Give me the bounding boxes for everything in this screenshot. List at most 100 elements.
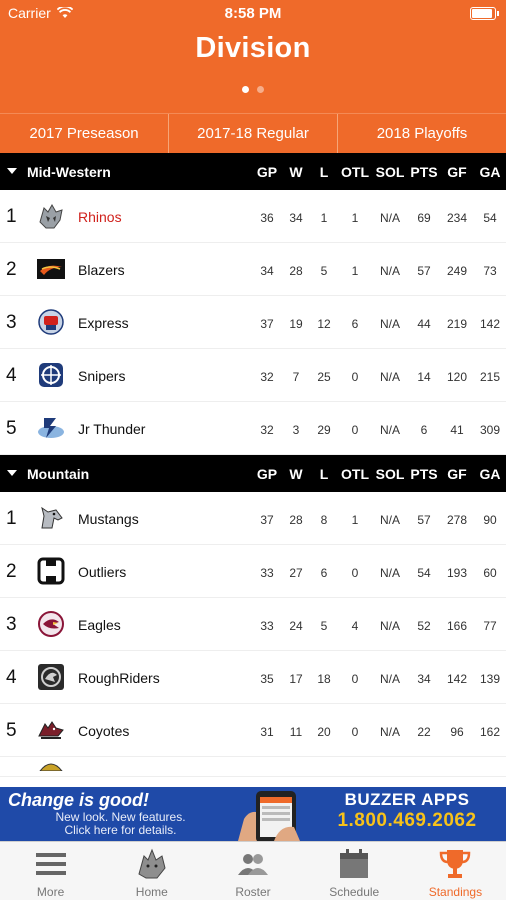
stat-sol: N/A: [379, 370, 400, 384]
team-row[interactable]: 2 Outliers 33 27 6 0 N/A 54 193 60: [0, 545, 506, 598]
stat-sol: N/A: [379, 513, 400, 527]
stat-w: 34: [289, 211, 303, 225]
tab-label: Schedule: [329, 885, 380, 899]
stat-ga: 90: [483, 513, 497, 527]
stat-w: 27: [289, 566, 303, 580]
stat-l: 5: [320, 264, 328, 278]
collapse-triangle-icon[interactable]: [7, 470, 17, 476]
page-dot[interactable]: [242, 86, 249, 93]
stat-ga: 162: [479, 725, 501, 739]
team-rank: 2: [6, 259, 17, 280]
stat-l: 12: [317, 317, 331, 331]
team-row[interactable]: 1 Mustangs 37 28 8 1 N/A 57 278 90: [0, 492, 506, 545]
division-header[interactable]: Mountain GP W L OTL SOL PTS GF GA: [0, 455, 506, 492]
stat-pts: 54: [417, 566, 431, 580]
ad-banner[interactable]: Change is good! New look. New features. …: [0, 787, 506, 841]
stat-ga: 54: [483, 211, 497, 225]
people-icon: [236, 848, 270, 880]
tab-standings[interactable]: Standings: [405, 842, 506, 900]
stat-gp: 33: [260, 619, 274, 633]
col-l: L: [319, 164, 329, 180]
stat-pts: 69: [417, 211, 431, 225]
team-row[interactable]: 3 Eagles 33 24 5 4 N/A 52 166 77: [0, 598, 506, 651]
team-name[interactable]: RoughRiders: [78, 670, 160, 686]
tab-roster[interactable]: Roster: [202, 842, 303, 900]
team-row[interactable]: 5 Jr Thunder 32 3 29 0 N/A 6 41 309: [0, 402, 506, 455]
status-bar: Carrier 8:58 PM: [0, 0, 506, 28]
team-rank: 3: [6, 312, 17, 333]
tab-2017-preseason[interactable]: 2017 Preseason: [0, 114, 169, 153]
col-gf: GF: [447, 466, 467, 482]
snipers-logo-icon: [39, 363, 63, 387]
stat-ga: 215: [479, 370, 501, 384]
stat-w: 28: [289, 264, 303, 278]
tab-schedule[interactable]: Schedule: [304, 842, 405, 900]
stat-gp: 35: [260, 672, 274, 686]
team-name[interactable]: Snipers: [78, 368, 125, 384]
page-indicator[interactable]: [0, 86, 506, 93]
stat-l: 1: [320, 211, 328, 225]
stat-gp: 32: [260, 423, 274, 437]
team-name[interactable]: Jr Thunder: [78, 421, 145, 437]
tab-home[interactable]: Home: [101, 842, 202, 900]
stat-sol: N/A: [379, 264, 400, 278]
team-rank: 3: [6, 614, 17, 635]
stat-gp: 36: [260, 211, 274, 225]
team-rank: 2: [6, 561, 17, 582]
team-row[interactable]: 2 Blazers 34 28 5 1 N/A 57 249 73: [0, 243, 506, 296]
team-name[interactable]: Mustangs: [78, 511, 139, 527]
team-row[interactable]: 3 Express 37 19 12 6 N/A 44 219 142: [0, 296, 506, 349]
stat-pts: 6: [420, 423, 428, 437]
team-row[interactable]: 1 Rhinos 36 34 1 1 N/A 69 234 54: [0, 190, 506, 243]
tab-2018-playoffs[interactable]: 2018 Playoffs: [338, 114, 506, 153]
stat-gf: 41: [450, 423, 464, 437]
jr-thunder-logo-icon: [38, 418, 64, 438]
standings-list[interactable]: Mid-Western GP W L OTL SOL PTS GF GA 1 R…: [0, 153, 506, 787]
roughriders-logo-icon: [38, 664, 64, 690]
tab-label: Standings: [428, 885, 483, 899]
stat-l: 25: [317, 370, 331, 384]
rhino-head-icon: [135, 848, 169, 880]
team-row[interactable]: [0, 757, 506, 777]
team-row[interactable]: 4 RoughRiders 35 17 18 0 N/A 34 142 139: [0, 651, 506, 704]
ad-subline: Click here for details.: [64, 823, 177, 837]
team-rank: 5: [6, 720, 17, 741]
stat-pts: 14: [417, 370, 431, 384]
stat-gp: 32: [260, 370, 274, 384]
stat-gp: 33: [260, 566, 274, 580]
col-otl: OTL: [341, 466, 369, 482]
division-name: Mid-Western: [27, 164, 111, 180]
team-name[interactable]: Express: [78, 315, 129, 331]
stat-w: 17: [289, 672, 303, 686]
team-name[interactable]: Eagles: [78, 617, 121, 633]
division-header[interactable]: Mid-Western GP W L OTL SOL PTS GF GA: [0, 153, 506, 190]
team-name[interactable]: Blazers: [78, 262, 125, 278]
col-pts: PTS: [410, 466, 438, 482]
coyotes-logo-icon: [38, 721, 64, 739]
stat-gf: 120: [446, 370, 468, 384]
stat-gp: 37: [260, 513, 274, 527]
team-row[interactable]: 5 Coyotes 31 11 20 0 N/A 22 96 162: [0, 704, 506, 757]
stat-ga: 139: [479, 672, 501, 686]
page-dot[interactable]: [257, 86, 264, 93]
stat-ga: 309: [479, 423, 501, 437]
stat-gf: 96: [450, 725, 464, 739]
stat-sol: N/A: [379, 566, 400, 580]
team-name[interactable]: Outliers: [78, 564, 126, 580]
team-rank: 5: [6, 418, 17, 439]
ad-phone-number: 1.800.469.2062: [337, 810, 477, 831]
team-name[interactable]: Coyotes: [78, 723, 129, 739]
tab-label: Home: [135, 885, 168, 899]
team-name[interactable]: Rhinos: [78, 209, 122, 225]
stat-l: 20: [317, 725, 331, 739]
stat-w: 28: [289, 513, 303, 527]
col-w: W: [289, 466, 303, 482]
team-row[interactable]: 4 Snipers 32 7 25 0 N/A 14 120 215: [0, 349, 506, 402]
app-header: Carrier 8:58 PM Division: [0, 0, 506, 113]
stat-w: 11: [289, 725, 303, 739]
col-l: L: [319, 466, 329, 482]
collapse-triangle-icon[interactable]: [7, 168, 17, 174]
tab-2017-18-regular[interactable]: 2017-18 Regular: [169, 114, 338, 153]
tab-more[interactable]: More: [0, 842, 101, 900]
stat-sol: N/A: [379, 672, 400, 686]
